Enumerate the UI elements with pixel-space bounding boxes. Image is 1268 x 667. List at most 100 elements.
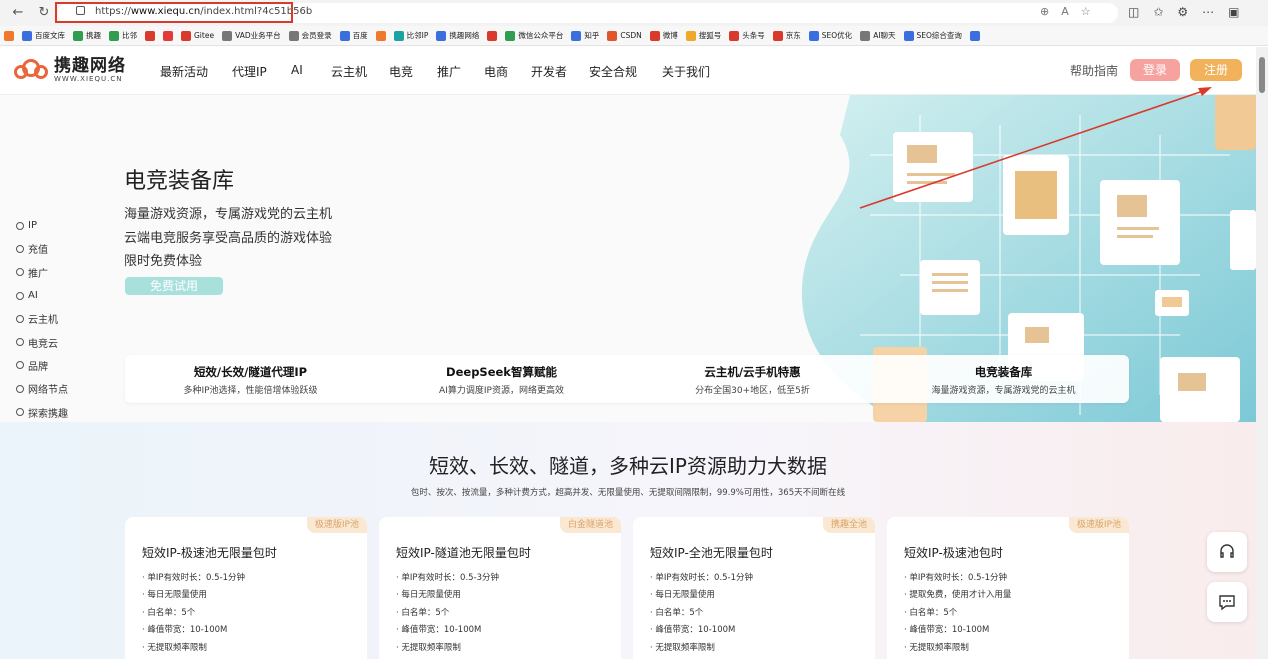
bookmark-item[interactable]: 知乎 bbox=[571, 30, 599, 41]
chat-button[interactable] bbox=[1207, 582, 1247, 622]
card-feature: · 单IP有效时长：0.5-1分钟 bbox=[650, 573, 754, 583]
bookmark-item[interactable]: SEO优化 bbox=[808, 30, 852, 41]
nav-item[interactable]: 推广 bbox=[437, 63, 461, 80]
nav-item[interactable]: AI bbox=[291, 63, 303, 77]
side-nav-item[interactable]: 推广 bbox=[16, 261, 68, 284]
bookmark-favicon-icon bbox=[163, 30, 173, 41]
bookmark-label: 微信公众平台 bbox=[518, 31, 564, 40]
site-header: 携趣网络 WWW.XIEQU.CN 最新活动 代理IP AI 云主机 电竞 推广 电商 开发者… bbox=[0, 47, 1256, 95]
hero-line-3: 限时免费体验 bbox=[124, 254, 203, 269]
radio-dot-icon bbox=[16, 268, 24, 277]
register-button[interactable]: 注册 bbox=[1190, 59, 1242, 81]
bookmark-item[interactable]: Gitee bbox=[181, 30, 214, 41]
favorite-star-icon[interactable]: ☆ bbox=[1081, 5, 1091, 18]
bookmark-item[interactable]: 头条号 bbox=[729, 30, 765, 41]
product-card[interactable]: 极速版IP池 短效IP-极速池无限量包时 · 单IP有效时长：0.5-1分钟 · 每日… bbox=[125, 517, 367, 667]
side-nav-item[interactable]: 探索携趣 bbox=[16, 400, 68, 423]
favorites-icon[interactable]: ✩ bbox=[1153, 5, 1163, 19]
bookmark-label: 携趣网络 bbox=[449, 31, 480, 40]
bookmark-item[interactable]: 比邻 bbox=[109, 30, 137, 41]
bookmark-item[interactable] bbox=[969, 30, 980, 41]
side-nav-item[interactable]: 电竞云 bbox=[16, 330, 68, 353]
feature-item[interactable]: 电竞装备库 海量游戏资源，专属游戏党的云主机 bbox=[878, 355, 1129, 403]
nav-item[interactable]: 开发者 bbox=[531, 63, 567, 80]
split-screen-icon[interactable]: ◫ bbox=[1128, 5, 1139, 19]
site-logo[interactable]: 携趣网络 WWW.XIEQU.CN bbox=[14, 57, 126, 83]
nav-item[interactable]: 代理IP bbox=[232, 63, 267, 80]
bookmark-item[interactable]: 微博 bbox=[649, 30, 678, 41]
bookmark-item[interactable] bbox=[163, 30, 173, 41]
login-button[interactable]: 登录 bbox=[1130, 59, 1180, 81]
side-nav-item[interactable]: 网络节点 bbox=[16, 377, 68, 400]
card-feature: · 每日无限量使用 bbox=[142, 590, 207, 601]
nav-item[interactable]: 最新活动 bbox=[160, 63, 208, 80]
bookmark-item[interactable]: 携趣 bbox=[73, 30, 101, 41]
free-trial-button[interactable]: 免费试用 bbox=[125, 277, 223, 295]
zoom-icon[interactable]: ⊕ bbox=[1040, 5, 1049, 18]
bookmark-item[interactable]: 微信公众平台 bbox=[505, 30, 563, 41]
side-nav-item[interactable]: 充值 bbox=[16, 237, 68, 260]
feature-item[interactable]: DeepSeek智算赋能 AI算力调度IP资源，网络更高效 bbox=[376, 355, 627, 403]
read-aloud-icon[interactable]: A bbox=[1061, 5, 1069, 18]
bookmark-item[interactable]: 京东 bbox=[772, 30, 801, 41]
bookmark-item[interactable]: 百度 bbox=[339, 30, 368, 41]
side-nav-item[interactable]: AI bbox=[16, 284, 68, 307]
radio-dot-icon bbox=[16, 314, 24, 323]
product-card[interactable]: 携趣全池 短效IP-全池无限量包时 · 单IP有效时长：0.5-1分钟 · 每日无限量… bbox=[633, 517, 875, 667]
bookmark-item[interactable]: CSDN bbox=[607, 30, 642, 41]
card-feature: · 白名单：5个 bbox=[650, 607, 704, 618]
bookmark-favicon-icon bbox=[808, 30, 819, 41]
headset-icon bbox=[1220, 544, 1234, 558]
side-nav-item[interactable]: 品牌 bbox=[16, 354, 68, 377]
page-scrollbar[interactable] bbox=[1256, 47, 1268, 659]
bookmark-item[interactable] bbox=[4, 30, 14, 41]
feature-title: 电竞装备库 bbox=[974, 365, 1033, 379]
nav-item[interactable]: 电商 bbox=[484, 63, 508, 80]
bookmark-item[interactable]: 携趣网络 bbox=[436, 30, 479, 41]
side-nav-label: 探索携趣 bbox=[28, 408, 68, 420]
side-nav-label: 充值 bbox=[28, 245, 48, 257]
extensions-icon[interactable]: ⚙ bbox=[1177, 5, 1188, 19]
card-tag: 白金隧道池 bbox=[559, 517, 621, 533]
card-feature-list: · 单IP有效时长：0.5-1分钟 · 每日无限量使用 · 白名单：5个 · 峰值带宽… bbox=[142, 571, 245, 658]
bookmark-item[interactable]: 百度文库 bbox=[22, 30, 65, 41]
radio-dot-icon bbox=[16, 244, 24, 253]
sidebar-icon[interactable]: ▣ bbox=[1228, 5, 1239, 19]
bookmark-item[interactable]: 搜狐号 bbox=[685, 30, 721, 41]
bookmark-item[interactable] bbox=[487, 30, 498, 41]
bookmark-favicon-icon bbox=[339, 30, 350, 41]
bookmark-favicon-icon bbox=[22, 30, 32, 41]
customer-service-button[interactable] bbox=[1207, 532, 1247, 572]
nav-item[interactable]: 关于我们 bbox=[662, 63, 710, 80]
product-card[interactable]: 白金隧道池 短效IP-隧道池无限量包时 · 单IP有效时长：0.5-3分钟 · 每日无… bbox=[379, 517, 621, 667]
bookmark-label: 微博 bbox=[662, 31, 678, 40]
scroll-thumb[interactable] bbox=[1259, 57, 1265, 93]
product-card[interactable]: 极速版IP池 短效IP-极速池包时 · 单IP有效时长：0.5-1分钟 · 提取免费，… bbox=[887, 517, 1129, 667]
card-feature: · 峰值带宽：10-100M bbox=[396, 625, 482, 636]
radio-dot-icon bbox=[16, 291, 24, 300]
help-link[interactable]: 帮助指南 bbox=[1070, 62, 1118, 79]
back-icon[interactable]: ← bbox=[10, 5, 26, 21]
bookmark-item[interactable] bbox=[375, 30, 386, 41]
nav-item[interactable]: 电竞 bbox=[389, 63, 413, 80]
feature-desc: AI算力调度IP资源，网络更高效 bbox=[439, 386, 564, 396]
nav-item[interactable]: 安全合规 bbox=[589, 63, 637, 80]
card-feature: · 每日无限量使用 bbox=[396, 590, 461, 601]
bookmark-item[interactable]: 会员登录 bbox=[288, 30, 332, 41]
refresh-icon[interactable]: ↻ bbox=[36, 5, 52, 21]
feature-item[interactable]: 云主机/云手机特惠 分布全国30+地区，低至5折 bbox=[627, 355, 878, 403]
nav-item[interactable]: 云主机 bbox=[331, 63, 367, 80]
bookmark-favicon-icon bbox=[607, 30, 618, 41]
bookmark-item[interactable]: SEO综合查询 bbox=[903, 30, 962, 41]
bookmark-label: 知乎 bbox=[584, 31, 600, 40]
bookmark-item[interactable]: AI聊天 bbox=[860, 30, 896, 41]
bookmark-favicon-icon bbox=[571, 30, 582, 41]
bookmark-item[interactable]: 比邻IP bbox=[393, 30, 428, 41]
side-nav-item[interactable]: IP bbox=[16, 214, 68, 237]
feature-item[interactable]: 短效/长效/隧道代理IP 多种IP池选择，性能倍增体验跃级 bbox=[125, 355, 376, 403]
side-nav-item[interactable]: 云主机 bbox=[16, 307, 68, 330]
bookmark-item[interactable] bbox=[145, 30, 155, 41]
bookmark-favicon-icon bbox=[109, 30, 119, 41]
more-menu-icon[interactable]: ⋯ bbox=[1202, 5, 1214, 19]
bookmark-item[interactable]: VAD业务平台 bbox=[222, 30, 281, 41]
